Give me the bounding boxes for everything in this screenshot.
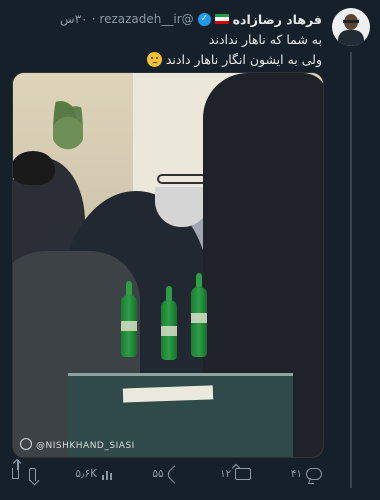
- photo-person-foreground-hair: [13, 151, 55, 185]
- retweet-count: ۱۲: [220, 468, 232, 480]
- view-count: ۵٫۶K: [75, 468, 97, 480]
- tweet-header: فرهاد رضازاده ✓ @rezazadeh__ir · ۳۰س: [60, 10, 322, 28]
- secondary-actions: [12, 459, 37, 481]
- tweet-actions: ۴۱ ۱۲ ۵۵ ۵٫۶K: [12, 459, 322, 486]
- bookmark-icon[interactable]: [29, 467, 37, 481]
- reply-icon: [306, 468, 322, 480]
- retweet-button[interactable]: ۱۲: [220, 468, 252, 480]
- tweet-line-2: ولی به ایشون انگار ناهار دادند: [32, 50, 322, 70]
- green-bottle-2: [161, 286, 177, 360]
- reply-count: ۴۱: [290, 468, 302, 480]
- tweet-text: به شما که ناهار ندادند ولی به ایشون انگا…: [32, 30, 322, 70]
- avatar-glasses: [343, 20, 359, 23]
- author-handle[interactable]: @rezazadeh__ir: [99, 12, 193, 26]
- watermark-text: @NISHKHAND_SIASI: [36, 441, 135, 451]
- avatar-body: [338, 30, 364, 46]
- reply-button[interactable]: ۴۱: [291, 468, 322, 480]
- confused-face-icon: [146, 52, 162, 67]
- photo-person-center-glasses: [157, 174, 207, 184]
- tweet-card[interactable]: فرهاد رضازاده ✓ @rezazadeh__ir · ۳۰س به …: [0, 0, 380, 500]
- tweet-photo[interactable]: @NISHKHAND_SIASI: [12, 72, 324, 458]
- separator-dot: ·: [91, 12, 96, 26]
- watermark-logo-icon: [20, 438, 32, 450]
- retweet-icon: [235, 468, 252, 480]
- photo-watermark: @NISHKHAND_SIASI: [20, 438, 135, 451]
- share-icon[interactable]: [12, 459, 20, 479]
- avatar[interactable]: [332, 8, 370, 46]
- iran-flag-icon: [214, 14, 229, 24]
- thread-line: [350, 52, 352, 488]
- tweet-time[interactable]: ۳۰س: [60, 12, 88, 26]
- green-bottle-3: [191, 273, 207, 357]
- tweet-line-1: به شما که ناهار ندادند: [208, 32, 322, 47]
- like-count: ۵۵: [152, 468, 164, 480]
- heart-icon: [164, 464, 184, 484]
- like-button[interactable]: ۵۵: [152, 464, 184, 484]
- green-bottle-1: [121, 281, 137, 357]
- views-icon: [101, 468, 113, 480]
- verified-icon: ✓: [197, 12, 211, 26]
- views-button[interactable]: ۵٫۶K: [75, 468, 113, 480]
- author-name[interactable]: فرهاد رضازاده: [233, 12, 322, 27]
- tweet-line-2-text: ولی به ایشون انگار ناهار دادند: [165, 52, 322, 67]
